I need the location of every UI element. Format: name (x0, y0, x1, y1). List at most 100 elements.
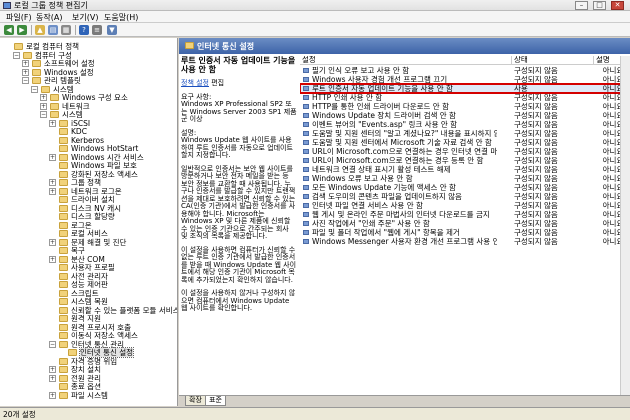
folder-icon (59, 128, 68, 135)
table-row[interactable]: 루트 인증서 자동 업데이트 기능을 사용 안 함 사용 아니요 (300, 83, 630, 94)
folder-icon (59, 323, 68, 331)
setting-name: 필기 인식 오류 보고 사용 안 함 (312, 66, 410, 75)
setting-name: HTTP 인쇄 사용 안 함 (312, 93, 383, 102)
setting-name: Windows 오류 보고 사용 안 함 (312, 174, 413, 183)
settings-list[interactable]: 설정 상태 설명 필기 인식 오류 보고 사용 안 함 구성되지 않음 아니요 Win… (300, 56, 630, 395)
description-text: 일반적으로 인증서는 보안 웹 사이트를 방문하거나 보안 전자 메일을 받는 … (181, 164, 296, 240)
folder-icon (59, 145, 68, 152)
menu-help[interactable]: 도움말(H) (104, 13, 138, 22)
export-list-icon[interactable]: ▦ (61, 25, 71, 35)
edit-policy-link[interactable]: 정책 설정 (181, 79, 209, 87)
setting-name: 도움말 및 지원 센터에서 Microsoft 기술 자료 검색 안 함 (312, 138, 492, 147)
table-row[interactable]: 사진 작업에서 "인쇄 주문" 사용 안 함 구성되지 않음 아니요 (300, 219, 630, 228)
forward-arrow-icon[interactable]: ▶ (17, 25, 27, 35)
table-row[interactable]: Windows Messenger 사용자 환경 개선 프로그램 사용 안 함 구… (300, 237, 630, 246)
tree-pane[interactable]: 로컬 컴퓨터 정책 − 컴퓨터 구성 + 소프트웨어 설정 + Windows 설정 − 관리 … (0, 38, 178, 406)
folder-icon (59, 247, 68, 254)
expand-icon[interactable]: + (49, 153, 56, 161)
folder-icon (59, 179, 68, 186)
filter-icon[interactable]: ▼ (107, 25, 117, 35)
edit-policy-suffix: 편집 (209, 79, 225, 87)
folder-icon (59, 391, 68, 399)
expand-icon[interactable]: + (49, 119, 56, 127)
setting-state: 구성되지 않음 (514, 129, 558, 138)
menu-action[interactable]: 동작(A) (36, 13, 62, 22)
properties-icon[interactable]: ≡ (92, 25, 102, 35)
table-row[interactable]: URL이 Microsoft.com으로 연결하는 경우 인터넷 연결 마법사 … (300, 147, 630, 156)
policy-setting-icon (303, 167, 309, 172)
table-row[interactable]: 필기 인식 오류 보고 사용 안 함 구성되지 않음 아니요 (300, 66, 630, 75)
minimize-button[interactable]: – (575, 1, 588, 10)
expand-icon[interactable]: + (49, 187, 56, 195)
expand-icon[interactable]: + (49, 366, 56, 373)
expand-icon[interactable]: + (22, 60, 29, 67)
folder-icon (50, 102, 59, 110)
table-row[interactable]: 모든 Windows Update 기능에 액세스 안 함 구성되지 않음 아니요 (300, 183, 630, 192)
collapse-icon[interactable]: − (49, 340, 56, 348)
collapse-icon[interactable]: − (31, 85, 38, 93)
table-row[interactable]: 웹 게시 및 온라인 주문 마법사의 인터넷 다운로드를 금지 구성되지 않음 아니… (300, 210, 630, 219)
show-hide-tree-icon[interactable]: ▤ (48, 25, 58, 35)
policy-setting-icon (303, 221, 309, 226)
description-text: 이 설정을 사용하지 않거나 구성하지 않으면 컴퓨터에서 Windows Up… (181, 289, 296, 312)
expand-icon[interactable]: + (40, 94, 47, 101)
folder-icon (59, 374, 68, 382)
column-header-setting[interactable]: 설정 (300, 56, 512, 65)
table-row[interactable]: 도움말 및 지원 센터의 "알고 계셨나요?" 내용을 표시하지 않음 구성되지 … (300, 129, 630, 138)
table-row[interactable]: 도움말 및 지원 센터에서 Microsoft 기술 자료 검색 안 함 구성되지… (300, 138, 630, 147)
expand-icon[interactable]: + (49, 391, 56, 399)
back-arrow-icon[interactable]: ◀ (4, 25, 14, 35)
setting-name: HTTP를 통한 인쇄 드라이버 다운로드 안 함 (312, 102, 449, 111)
menu-file[interactable]: 파일(F) (6, 13, 32, 22)
table-row[interactable]: 이벤트 뷰어의 "Events.asp" 링크 사용 안 함 구성되지 않음 아니요 (300, 120, 630, 129)
column-header-state[interactable]: 상태 (512, 56, 594, 65)
folder-icon (50, 94, 59, 101)
setting-name: 이벤트 뷰어의 "Events.asp" 링크 사용 안 함 (312, 120, 458, 129)
folder-icon (59, 221, 68, 229)
status-text: 20개 설정 (3, 410, 36, 419)
collapse-icon[interactable]: − (13, 51, 20, 59)
table-row[interactable]: HTTP를 통한 인쇄 드라이버 다운로드 안 함 구성되지 않음 아니요 (300, 102, 630, 111)
folder-icon (59, 196, 68, 203)
table-row[interactable]: HTTP 인쇄 사용 안 함 구성되지 않음 아니요 (300, 93, 630, 102)
table-row[interactable]: Windows 사용자 경험 개선 프로그램 끄기 구성되지 않음 아니요 (300, 75, 630, 84)
tab-standard[interactable]: 표준 (205, 396, 226, 406)
expand-icon[interactable]: + (40, 102, 47, 110)
table-row[interactable]: 파일 및 폴더 작업에서 "웹에 게시" 항목을 제거 구성되지 않음 아니요 (300, 228, 630, 237)
folder-icon (68, 349, 77, 356)
table-row[interactable]: 인터넷 파일 연결 서비스 사용 안 함 구성되지 않음 아니요 (300, 201, 630, 210)
folder-icon (59, 383, 68, 390)
table-row[interactable]: 네트워크 연결 상태 표시기 활성 테스트 해제 구성되지 않음 아니요 (300, 165, 630, 174)
menu-view[interactable]: 보기(V) (72, 13, 98, 22)
help-icon[interactable]: ? (79, 25, 89, 35)
list-scrollbar[interactable] (620, 56, 630, 395)
expand-icon[interactable]: + (22, 68, 29, 76)
collapse-icon[interactable]: − (22, 77, 29, 84)
window-title: 로컬 그룹 정책 편집기 (14, 1, 88, 10)
policy-setting-icon (303, 158, 309, 163)
description-text: 이 설정을 사용하면 컴퓨터가 신뢰할 수 없는 루트 인증 기관에서 발급한 … (181, 245, 297, 284)
expand-icon[interactable]: + (49, 238, 56, 246)
expand-icon[interactable]: + (49, 374, 56, 382)
close-button[interactable]: ✕ (611, 1, 624, 10)
policy-setting-icon (303, 239, 309, 244)
folder-icon (59, 170, 68, 178)
setting-state: 사용 (514, 84, 528, 93)
folder-icon (59, 136, 68, 144)
table-row[interactable]: URL이 Microsoft.com으로 연결하는 경우 등록 안 함 구성되지 … (300, 156, 630, 165)
folder-icon (32, 68, 41, 76)
setting-state: 구성되지 않음 (514, 111, 558, 120)
table-row[interactable]: Windows 오류 보고 사용 안 함 구성되지 않음 아니요 (300, 174, 630, 183)
collapse-icon[interactable]: − (40, 111, 47, 118)
policy-setting-icon (303, 77, 309, 82)
details-title: 인터넷 통신 설정 (197, 42, 255, 51)
tab-extended[interactable]: 확장 (185, 396, 206, 406)
up-folder-icon[interactable]: ▲ (35, 25, 45, 35)
folder-icon (59, 357, 68, 365)
table-row[interactable]: 검색 도우미의 콘텐츠 파일을 업데이트하지 않음 구성되지 않음 아니요 (300, 192, 630, 201)
policy-setting-icon (303, 203, 309, 208)
expand-icon[interactable]: + (49, 179, 56, 186)
maximize-button[interactable]: □ (593, 1, 606, 10)
expand-icon[interactable]: + (49, 255, 56, 263)
table-row[interactable]: Windows Update 장치 드라이버 검색 안 함 구성되지 않음 아니요 (300, 111, 630, 120)
